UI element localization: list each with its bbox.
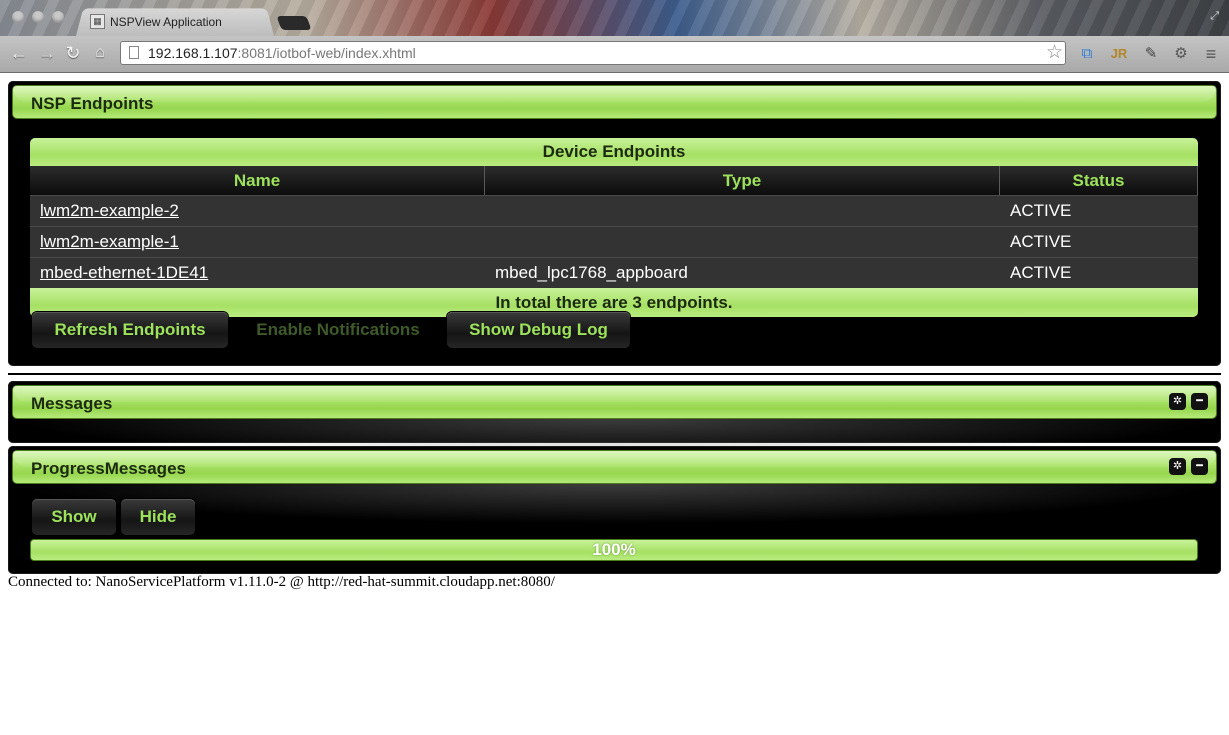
address-bar[interactable]: 192.168.1.107:8081/iotbof-web/index.xhtm… bbox=[120, 41, 1066, 65]
gear-icon[interactable]: ✲ bbox=[1169, 393, 1186, 410]
enable-notifications-button[interactable]: Enable Notifications bbox=[238, 312, 438, 348]
tab-title: NSPView Application bbox=[110, 14, 222, 29]
panel-title: NSP Endpoints bbox=[31, 94, 154, 113]
jira-extension-icon[interactable]: JR bbox=[1109, 44, 1129, 64]
endpoint-status: ACTIVE bbox=[1010, 201, 1072, 220]
show-debug-log-button[interactable]: Show Debug Log bbox=[447, 312, 630, 348]
panel-title: Messages bbox=[31, 394, 113, 413]
endpoint-link[interactable]: lwm2m-example-2 bbox=[40, 201, 179, 220]
endpoint-link[interactable]: lwm2m-example-1 bbox=[40, 232, 179, 251]
fullscreen-icon[interactable]: ⤢ bbox=[1210, 10, 1219, 23]
progress-bar: 100% bbox=[30, 539, 1198, 561]
browser-toolbar: ← → ↻ ⌂ 192.168.1.107:8081/iotbof-web/in… bbox=[0, 36, 1229, 73]
window-zoom-dot[interactable] bbox=[52, 11, 64, 23]
page-content: NSP Endpoints Device Endpoints Name Type… bbox=[0, 73, 1229, 735]
extension-icon[interactable]: ⧉ bbox=[1077, 44, 1097, 64]
table-row: mbed-ethernet-1DE41 mbed_lpc1768_appboar… bbox=[30, 257, 1198, 288]
progress-label: 100% bbox=[592, 540, 636, 559]
connection-status: Connected to: NanoServicePlatform v1.11.… bbox=[8, 574, 555, 590]
refresh-endpoints-button[interactable]: Refresh Endpoints bbox=[32, 312, 228, 348]
column-header-type[interactable]: Type bbox=[485, 166, 1000, 195]
divider bbox=[8, 373, 1221, 375]
endpoint-status: ACTIVE bbox=[1010, 232, 1072, 251]
home-icon[interactable]: ⌂ bbox=[89, 42, 111, 64]
table-row: lwm2m-example-1 ACTIVE bbox=[30, 226, 1198, 257]
hide-button[interactable]: Hide bbox=[121, 499, 195, 535]
table-header: Name Type Status bbox=[30, 166, 1198, 195]
window-minimize-dot[interactable] bbox=[32, 11, 44, 23]
minimize-icon[interactable]: ━ bbox=[1191, 393, 1208, 410]
progress-messages-panel: ProgressMessages ✲ ━ Show Hide 100% bbox=[8, 446, 1221, 574]
settings-extension-icon[interactable]: ⚙ bbox=[1171, 44, 1191, 64]
panel-title: ProgressMessages bbox=[31, 459, 186, 478]
reload-icon[interactable]: ↻ bbox=[62, 42, 84, 64]
new-tab-button[interactable] bbox=[276, 16, 312, 30]
column-header-name[interactable]: Name bbox=[30, 166, 485, 195]
window-close-dot[interactable] bbox=[12, 11, 24, 23]
endpoint-type bbox=[485, 227, 1000, 257]
table-caption: Device Endpoints bbox=[30, 138, 1198, 166]
progress-panel-header: ProgressMessages ✲ ━ bbox=[12, 450, 1217, 484]
favicon-icon: ▦ bbox=[90, 14, 105, 29]
eyedropper-extension-icon[interactable]: ✎ bbox=[1141, 44, 1161, 64]
browser-titlebar: ▦ NSPView Application ⤢ bbox=[0, 0, 1229, 36]
forward-icon[interactable]: → bbox=[36, 42, 58, 64]
endpoint-type bbox=[485, 196, 1000, 226]
endpoints-panel: NSP Endpoints Device Endpoints Name Type… bbox=[8, 81, 1221, 366]
page-icon bbox=[129, 46, 139, 59]
show-button[interactable]: Show bbox=[32, 499, 116, 535]
column-header-status[interactable]: Status bbox=[1000, 166, 1198, 195]
messages-panel-header: Messages ✲ ━ bbox=[12, 385, 1217, 419]
minimize-icon[interactable]: ━ bbox=[1191, 458, 1208, 475]
menu-icon[interactable]: ≡ bbox=[1201, 44, 1221, 64]
messages-panel: Messages ✲ ━ bbox=[8, 381, 1221, 459]
endpoint-status: ACTIVE bbox=[1010, 263, 1072, 282]
url-text[interactable]: 192.168.1.107:8081/iotbof-web/index.xhtm… bbox=[148, 45, 416, 61]
back-icon[interactable]: ← bbox=[8, 42, 30, 64]
endpoints-panel-header: NSP Endpoints bbox=[12, 85, 1217, 119]
table-row: lwm2m-example-2 ACTIVE bbox=[30, 195, 1198, 226]
endpoint-type: mbed_lpc1768_appboard bbox=[495, 263, 688, 282]
gear-icon[interactable]: ✲ bbox=[1169, 458, 1186, 475]
device-endpoints-table: Device Endpoints Name Type Status lwm2m-… bbox=[30, 138, 1198, 317]
endpoint-link[interactable]: mbed-ethernet-1DE41 bbox=[40, 263, 208, 282]
bookmark-star-icon[interactable]: ☆ bbox=[1046, 41, 1063, 64]
